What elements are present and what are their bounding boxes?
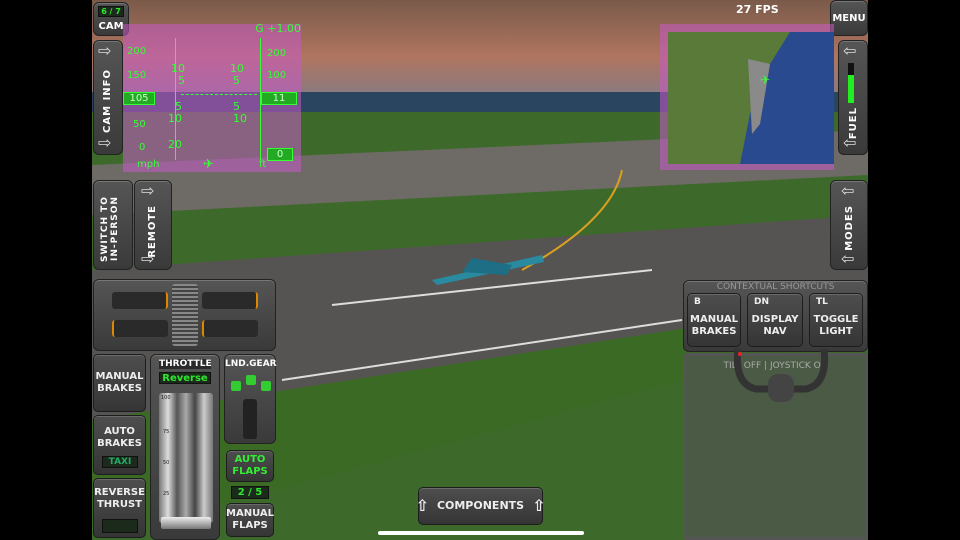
arrow-left-icon[interactable]: ⇦	[843, 133, 856, 152]
shortcut-label: TOGGLE LIGHT	[813, 314, 859, 337]
throttle-mode: Reverse	[159, 372, 211, 384]
speed-tick: 150	[127, 70, 147, 81]
landing-gear-label: LND.GEAR	[225, 359, 277, 369]
shortcut-key: DN	[754, 297, 770, 307]
arrow-up-icon: ⇧	[532, 496, 546, 515]
shortcut-toggle-light[interactable]: TL TOGGLE LIGHT	[809, 293, 863, 347]
landing-gear-panel[interactable]: LND.GEAR	[224, 354, 277, 444]
arrow-right-icon[interactable]: ⇨	[141, 181, 154, 200]
cam-info-label: CAM INFO	[102, 69, 113, 133]
g-force: G +1.00	[255, 22, 301, 35]
components-button[interactable]: ⇧ COMPONENTS ⇧	[415, 487, 546, 525]
pitch-5-right: 5	[233, 74, 240, 87]
manual-brakes-label: MANUAL BRAKES	[95, 371, 144, 394]
reverse-thrust-label: REVERSE THRUST	[94, 487, 145, 510]
alt-unit: ft	[259, 159, 267, 170]
joystick-area[interactable]: TILT OFF | JOYSTICK ON	[683, 348, 868, 540]
manual-flaps-label: MANUAL FLAPS	[226, 508, 274, 531]
components-label: COMPONENTS	[436, 499, 525, 512]
menu-button[interactable]: MENU	[830, 0, 868, 36]
gear-light	[231, 381, 241, 391]
switch-to-in-person-button[interactable]: SWITCH TO IN-PERSON	[93, 180, 133, 270]
modes-button[interactable]: ⇦ MODES ⇦	[830, 180, 868, 270]
auto-brakes-label: AUTO BRAKES	[97, 426, 142, 449]
fuel-panel[interactable]: ⇦ FUEL ⇦	[838, 40, 868, 155]
throttle-handle[interactable]	[161, 517, 211, 529]
fps-counter: 27 FPS	[736, 3, 779, 16]
reverse-thrust-button[interactable]: REVERSE THRUST	[93, 478, 146, 538]
gear-light	[261, 381, 271, 391]
shortcut-display-nav[interactable]: DN DISPLAY NAV	[747, 293, 803, 347]
home-indicator[interactable]	[378, 531, 584, 535]
switch-view-label: SWITCH TO IN-PERSON	[100, 196, 120, 262]
throttle-tick: 100	[161, 395, 171, 401]
yoke-icon[interactable]	[726, 344, 836, 414]
map-view: ✈	[668, 32, 834, 164]
trim-panel[interactable]	[93, 279, 276, 351]
arrow-right-icon[interactable]: ⇨	[98, 133, 111, 152]
menu-label: MENU	[832, 12, 866, 24]
pitch-5: 5	[178, 74, 185, 87]
auto-brakes-mode: TAXI	[102, 456, 138, 468]
throttle-tick: 75	[163, 429, 170, 435]
arrow-left-icon[interactable]: ⇦	[841, 249, 854, 268]
auto-flaps-label: AUTO FLAPS	[232, 454, 268, 477]
throttle-label: THROTTLE	[159, 359, 212, 369]
pitch-neg-10: 10	[168, 112, 182, 125]
arrow-right-icon[interactable]: ⇨	[141, 249, 154, 268]
flaps-setting: 2 / 5	[231, 486, 269, 499]
arrow-left-icon[interactable]: ⇦	[841, 181, 854, 200]
modes-label: MODES	[844, 205, 855, 251]
shortcut-label: DISPLAY NAV	[751, 314, 799, 337]
shortcut-key: TL	[816, 297, 828, 307]
throttle-panel[interactable]: THROTTLE Reverse 100 75 50 25	[150, 354, 220, 540]
gear-light	[246, 375, 256, 385]
arrow-left-icon[interactable]: ⇦	[843, 41, 856, 60]
plane-icon: ✈	[203, 157, 214, 172]
shortcut-manual-brakes[interactable]: B MANUAL BRAKES	[687, 293, 741, 347]
manual-brakes-button[interactable]: MANUAL BRAKES	[93, 354, 146, 412]
speed-tick: 50	[133, 119, 146, 130]
altitude-readout: 11	[261, 92, 297, 105]
reverse-thrust-indicator	[102, 519, 138, 533]
vspeed-readout: 0	[267, 148, 293, 161]
remote-button[interactable]: ⇨ REMOTE ⇨	[134, 180, 172, 270]
speed-readout: 105	[123, 92, 155, 105]
cam-counter: 6 / 7	[98, 6, 124, 17]
throttle-tick: 50	[163, 460, 170, 466]
minimap[interactable]: ✈	[660, 24, 834, 170]
pitch-neg-10-right: 10	[233, 112, 247, 125]
shortcuts-title: CONTEXTUAL SHORTCUTS	[716, 282, 835, 292]
speed-tick: 200	[127, 46, 147, 57]
speed-tick: 0	[139, 142, 146, 153]
auto-brakes-button[interactable]: AUTO BRAKES TAXI	[93, 415, 146, 475]
gear-lever[interactable]	[243, 399, 257, 439]
fuel-gauge	[848, 63, 854, 103]
trim-wheel[interactable]	[172, 284, 198, 346]
arrow-up-icon: ⇧	[415, 496, 429, 515]
alt-tick: 100	[267, 70, 287, 81]
speed-unit: mph	[137, 159, 160, 170]
throttle-tick: 25	[163, 491, 170, 497]
pitch-neg-20: 20	[168, 138, 182, 151]
alt-tick: 200	[267, 48, 287, 59]
hud: G +1.00 200 150 50 0 105 11 200 100 10 5…	[123, 22, 301, 172]
cam-info-button[interactable]: ⇨ CAM INFO ⇨	[93, 40, 123, 155]
shortcut-label: MANUAL BRAKES	[690, 314, 738, 337]
arrow-right-icon[interactable]: ⇨	[98, 41, 111, 60]
shortcut-key: B	[694, 297, 701, 307]
svg-text:✈: ✈	[760, 73, 770, 87]
throttle-track[interactable]	[159, 393, 213, 523]
manual-flaps-button[interactable]: MANUAL FLAPS	[226, 503, 274, 537]
auto-flaps-button[interactable]: AUTO FLAPS	[226, 450, 274, 482]
